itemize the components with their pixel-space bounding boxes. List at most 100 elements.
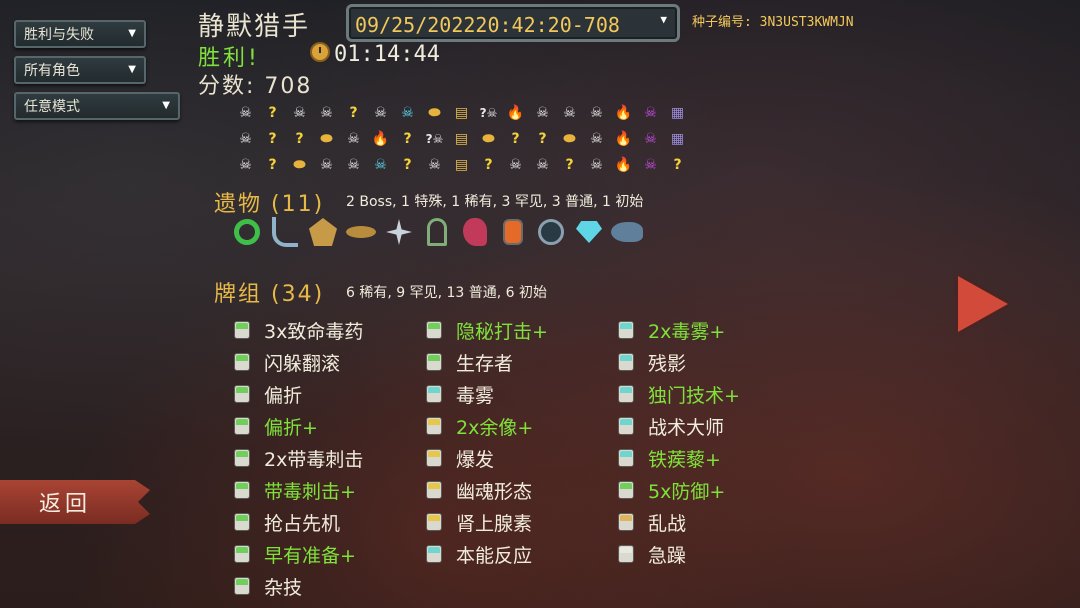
elite-node-icon: ☠	[401, 105, 414, 121]
card-name: 急躁	[648, 544, 687, 567]
monster-node-icon: ☠	[536, 157, 549, 173]
card-name: 杂技	[264, 576, 303, 599]
playtime: 01:14:44	[334, 42, 440, 67]
card-entry[interactable]: 闪躲翻滚	[234, 346, 363, 378]
card-type-icon	[618, 449, 634, 467]
card-entry[interactable]: 带毒刺击+	[234, 474, 363, 506]
card-entry[interactable]: 本能反应	[426, 538, 548, 570]
card-type-icon	[618, 417, 634, 435]
card-entry[interactable]: 战术大师	[618, 410, 740, 442]
card-type-icon	[618, 385, 634, 403]
card-entry[interactable]: 乱战	[618, 506, 740, 538]
ring-icon[interactable]	[230, 214, 264, 250]
seed-label: 种子编号: 3N3UST3KWMJN	[692, 15, 854, 30]
card-entry[interactable]: 2x余像+	[426, 410, 548, 442]
card-entry[interactable]: 急躁	[618, 538, 740, 570]
card-name: 3x致命毒药	[264, 320, 364, 343]
orb-icon-shape	[538, 219, 564, 245]
treasure-node-icon: ⬬	[428, 105, 441, 121]
card-entry[interactable]: 2x带毒刺击	[234, 442, 363, 474]
card-entry[interactable]: 5x防御+	[618, 474, 740, 506]
card-type-icon	[426, 513, 442, 531]
card-entry[interactable]: 残影	[618, 346, 740, 378]
card-type-icon	[234, 577, 250, 595]
shuriken-icon[interactable]	[382, 214, 416, 250]
orb-icon[interactable]	[534, 214, 568, 250]
treasure-node-icon: ⬬	[293, 157, 306, 173]
tentacle-icon[interactable]	[458, 214, 492, 250]
deck-column-1: 3x致命毒药 闪躲翻滚偏折偏折+ 2x带毒刺击 带毒刺击+ 抢占先机 早有准备+ 杂技	[234, 314, 363, 602]
card-type-icon	[618, 481, 634, 499]
monster-node-icon: ☠	[428, 157, 441, 173]
card-type-icon	[426, 481, 442, 499]
monster-node-icon: ☠	[239, 105, 252, 121]
card-entry[interactable]: 3x致命毒药	[234, 314, 363, 346]
rest-node-icon: 🔥	[506, 105, 525, 121]
card-entry[interactable]: 独门技术+	[618, 378, 740, 410]
rest-node-icon: 🔥	[614, 131, 633, 147]
deck-title: 牌组 (34)	[214, 282, 325, 307]
card-entry[interactable]: 铁蒺藜+	[618, 442, 740, 474]
mode-filter-dropdown[interactable]: 任意模式 ▼	[14, 92, 180, 120]
card-name: 战术大师	[648, 416, 725, 439]
chevron-down-icon: ▼	[660, 13, 667, 26]
run-select-dropdown[interactable]: 09/25/202220:42:20-708 ▼	[346, 4, 680, 42]
chest-node-icon: ▤	[454, 157, 469, 173]
rest-node-icon: 🔥	[371, 131, 390, 147]
map-path-row: ☠?? ⬬ ☠ 🔥? ?☠ ▤ ⬬?? ⬬ ☠ 🔥 ☠ ▦	[232, 126, 691, 152]
card-entry[interactable]: 生存者	[426, 346, 548, 378]
card-entry[interactable]: 幽魂形态	[426, 474, 548, 506]
shark-icon[interactable]	[610, 214, 644, 250]
next-page-arrow-icon[interactable]	[958, 276, 1008, 332]
rest-node-icon: 🔥	[614, 105, 633, 121]
ember-bottle-icon[interactable]	[496, 214, 530, 250]
anchor-icon[interactable]	[268, 214, 302, 250]
unknown-node-icon: ?	[268, 131, 277, 147]
card-entry[interactable]: 毒雾	[426, 378, 548, 410]
card-type-icon	[618, 513, 634, 531]
pentagon-shield-icon[interactable]	[306, 214, 340, 250]
card-type-icon	[234, 449, 250, 467]
ring-icon-shape	[234, 219, 260, 245]
character-filter-dropdown[interactable]: 所有角色 ▼	[14, 56, 146, 84]
card-entry[interactable]: 隐秘打击+	[426, 314, 548, 346]
card-name: 生存者	[456, 352, 514, 375]
card-type-icon	[426, 385, 442, 403]
card-name: 爆发	[456, 448, 495, 471]
result-filter-dropdown[interactable]: 胜利与失败 ▼	[14, 20, 146, 48]
card-type-icon	[426, 353, 442, 371]
card-name: 独门技术+	[648, 384, 740, 407]
run-date: 09/25/202220:42:20-708	[355, 13, 620, 37]
card-entry[interactable]: 偏折	[234, 378, 363, 410]
card-entry[interactable]: 2x毒雾+	[618, 314, 740, 346]
card-entry[interactable]: 杂技	[234, 570, 363, 602]
unknown-monster-node-icon: ?☠	[425, 132, 444, 146]
monster-node-icon: ☠	[509, 157, 522, 173]
card-name: 铁蒺藜+	[648, 448, 721, 471]
chest-node-icon: ▤	[454, 105, 469, 121]
monster-node-icon: ☠	[374, 105, 387, 121]
boss-node-icon: ☠	[644, 157, 657, 173]
shark-icon-shape	[611, 222, 643, 242]
gem-icon[interactable]	[572, 214, 606, 250]
card-type-icon	[426, 545, 442, 563]
back-button[interactable]: 返回	[0, 480, 150, 524]
card-name: 偏折	[264, 384, 303, 407]
map-path-row: ☠? ☠ ☠? ☠ ☠ ⬬ ▤ ?☠ 🔥 ☠ ☠ ☠ 🔥 ☠ ▦	[232, 100, 691, 126]
anchor-icon-shape	[272, 217, 298, 247]
card-entry[interactable]: 偏折+	[234, 410, 363, 442]
card-entry[interactable]: 爆发	[426, 442, 548, 474]
sundial-icon[interactable]	[344, 214, 378, 250]
card-type-icon	[426, 321, 442, 339]
card-name: 闪躲翻滚	[264, 352, 341, 375]
card-type-icon	[234, 545, 250, 563]
card-entry[interactable]: 肾上腺素	[426, 506, 548, 538]
birdcage-icon[interactable]	[420, 214, 454, 250]
card-entry[interactable]: 早有准备+	[234, 538, 363, 570]
card-entry[interactable]: 抢占先机	[234, 506, 363, 538]
gem-icon-shape	[576, 221, 602, 243]
ember-bottle-icon-shape	[503, 219, 523, 245]
treasure-node-icon: ⬬	[482, 131, 495, 147]
unknown-node-icon: ?	[268, 105, 277, 121]
monster-node-icon: ☠	[563, 105, 576, 121]
